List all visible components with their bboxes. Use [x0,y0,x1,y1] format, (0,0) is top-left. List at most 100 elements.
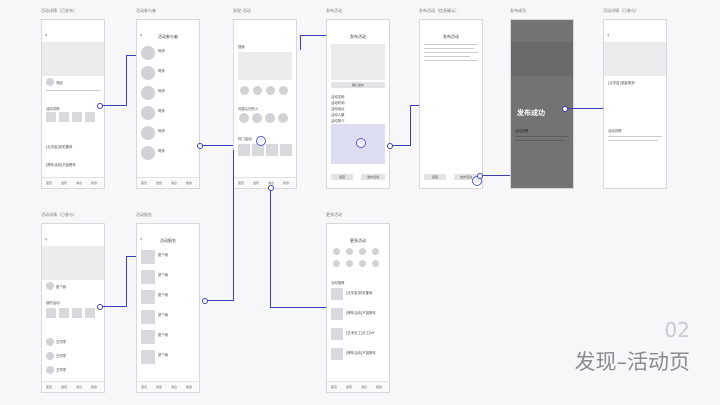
screen-caption: 发布成功 [510,8,526,13]
option[interactable]: 活动时间 [331,100,345,105]
screen-publish-success: 活动详情 发布成功 [510,19,574,189]
section-number: 02 [664,318,690,342]
tab-discover[interactable]: 发现 [61,181,67,185]
search-input[interactable]: 搜索 [238,44,245,49]
tab-messages[interactable]: 消息 [171,181,177,185]
tab-home[interactable]: 首页 [141,181,147,185]
row-name: 夏个我 [158,333,169,337]
screen-signup: ‹ 活动报名 夏个我 夏个我 夏个我 夏个我 夏个我 夏个我 首页 发现 消息 … [136,223,200,393]
flow-connector [300,35,301,50]
flow-connector [565,108,603,109]
flow-connector [126,256,136,257]
row-name: 夏个我 [158,353,169,357]
flow-connector [480,175,510,176]
list-item[interactable]: [元宇宙]彩虹集体 [346,290,372,295]
success-message: 发布成功 [517,109,545,117]
tab-bar: 首页 发现 消息 我的 [137,381,199,392]
flow-connector [410,105,419,106]
row-name: 阿伊 [158,89,165,93]
cancel-button[interactable]: 返回 [331,174,353,180]
flow-connector [205,300,234,301]
tab-discover[interactable]: 发现 [156,385,162,389]
tab-me[interactable]: 我的 [91,181,97,185]
back-icon[interactable]: ‹ [45,237,47,243]
flow-connector [126,55,136,56]
screen-caption: 更多活动 [326,212,342,217]
banner [238,52,292,80]
flow-connector [300,35,326,36]
flow-connector [233,150,234,300]
flow-connector [126,256,127,306]
flow-connector [410,105,411,146]
row-name: 阿伊 [158,109,165,113]
tab-bar: 首页 发现 消息 我的 [137,177,199,188]
page-title: 活动参与者 [158,34,178,39]
tab-me[interactable]: 我的 [91,385,97,389]
option[interactable]: 活动名称 [331,94,345,99]
tab-messages[interactable]: 消息 [76,181,82,185]
row-name: 王同学 [56,368,67,372]
row-name: 夏个我 [158,253,169,257]
row-name: 阿伊 [158,69,165,73]
screen-caption: 活动详情（已参与） [603,8,639,13]
tab-home[interactable]: 首页 [238,181,244,185]
event-title-2: [跨年活动]不如跨年 [46,163,76,167]
row-name: 王同学 [56,340,67,344]
screen-my-activity: ‹ 夏个我 我的活动 王同学 王同学 王同学 首页 发现 消息 我的 [41,223,105,393]
cover-image [42,42,104,76]
list-item[interactable]: [跨年活动]不如跨年 [346,350,376,355]
list-item[interactable]: [艺术手工]手工DIY [346,330,375,335]
tab-discover[interactable]: 发现 [346,385,352,389]
screen-activity-detail-joined: ‹ [元宇宙]流星观测 活动详情 [603,19,667,189]
tab-messages[interactable]: 消息 [76,385,82,389]
tab-discover[interactable]: 发现 [61,385,67,389]
flow-connector [100,105,127,106]
tab-home[interactable]: 首页 [141,385,147,389]
tab-home[interactable]: 首页 [46,385,52,389]
flow-connector [100,306,127,307]
success-overlay [511,20,573,188]
publish-button[interactable]: 发布活动 [361,174,385,180]
screen-caption: 发布活动（信息确认） [419,8,459,13]
tab-home[interactable]: 首页 [46,181,52,185]
screen-caption: 活动报名 [136,212,152,217]
screen-caption: 发布活动 [326,8,342,13]
section-title: 热门活动 [238,137,252,141]
back-icon[interactable]: ‹ [45,33,47,39]
tab-messages[interactable]: 消息 [361,385,367,389]
tab-discover[interactable]: 发现 [253,181,259,185]
tab-messages[interactable]: 消息 [171,385,177,389]
page-title: 更多活动 [350,238,366,243]
tab-discover[interactable]: 发现 [156,181,162,185]
avatar [46,78,54,86]
screen-caption: 活动参与者 [136,8,156,13]
back-icon[interactable]: ‹ [607,33,609,39]
page-title: 发布活动 [350,34,366,39]
tab-home[interactable]: 首页 [331,385,337,389]
tab-me[interactable]: 我的 [283,181,289,185]
option[interactable]: 活动简介 [331,118,345,123]
section-label: 活动详情 [608,129,622,133]
row-name: 夏个我 [158,293,169,297]
cancel-button[interactable]: 返回 [424,174,446,180]
screen-discover-activity: 搜索 可能认识的人 热门活动 ☝ 首页 发现 消息 我的 [233,19,297,189]
row-name: 阿伊 [158,149,165,153]
screen-publish-confirm: 发布活动 返回 发布活动 ☝ [419,19,483,189]
tab-me[interactable]: 我的 [186,181,192,185]
section-title: 发现–活动页 [574,350,691,374]
page-title: 活动报名 [160,238,176,243]
screen-caption: 发现-活动 [233,8,251,13]
confirm-button[interactable]: 确认发布 [331,82,385,88]
list-item[interactable]: [跨年活动]不如跨年 [346,310,376,315]
tab-me[interactable]: 我的 [186,385,192,389]
flow-connector [126,55,127,105]
screen-publish: 发布活动 确认发布 活动名称 活动时间 活动地点 活动人数 活动简介 ☝ 返回 … [326,19,390,189]
tap-gesture-icon: ☝ [256,136,266,146]
option[interactable]: 活动人数 [331,112,345,117]
tab-bar: 首页 发现 消息 我的 [42,177,104,188]
row-name: 阿伊 [158,129,165,133]
tab-bar: 首页 发现 消息 我的 [327,381,389,392]
tab-me[interactable]: 我的 [376,385,382,389]
user-name: 郑武 [56,81,63,85]
option[interactable]: 活动地点 [331,106,345,111]
